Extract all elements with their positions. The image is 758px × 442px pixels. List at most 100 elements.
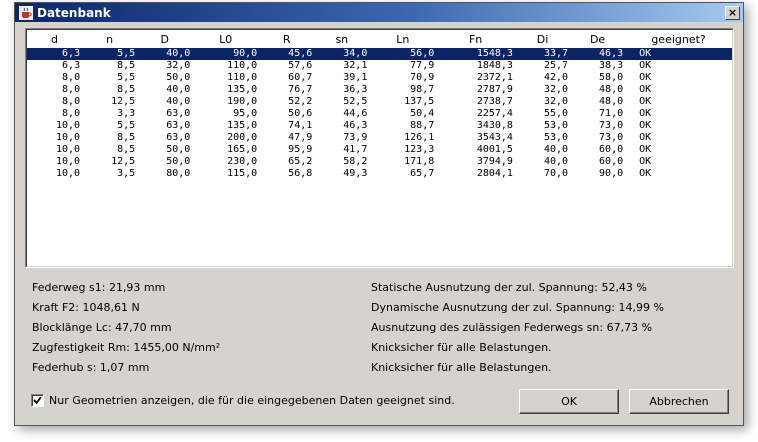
cancel-button[interactable]: Abbrechen — [629, 389, 729, 414]
column-header-4[interactable]: R — [259, 30, 315, 48]
table-cell: OK — [639, 84, 652, 95]
java-cup-icon — [19, 5, 33, 20]
table-cell: 60,0 — [599, 156, 624, 167]
filter-row: Nur Geometrien anzeigen, die für die ein… — [31, 394, 455, 407]
table-cell: 135,0 — [227, 84, 258, 95]
table-row[interactable]: 8,0 3,3 63,0 95,0 50,6 44,6 50,4 2257,4 55,0 71,0… — [27, 108, 732, 120]
table-cell: OK — [639, 132, 652, 143]
table-cell: 53,0 — [543, 132, 569, 143]
table-row[interactable]: 10,0 8,5 63,0 200,0 47,9 73,9 126,1 3543,4 53,0 7… — [27, 132, 732, 144]
table-cell: 3430,8 — [476, 120, 513, 131]
table-cell: 88,7 — [410, 120, 435, 131]
table-cell: 49,3 — [343, 168, 368, 179]
table-cell: 3,5 — [117, 168, 136, 179]
column-header-1[interactable]: n — [82, 30, 138, 48]
table-cell: 90,0 — [599, 168, 624, 179]
table-cell: 55,0 — [543, 108, 569, 119]
table-cell: 6,3 — [27, 48, 83, 60]
table-cell: 10,0 — [56, 144, 81, 155]
table-cell: 123,3 — [404, 144, 435, 155]
table-cell: 8,5 — [117, 144, 136, 155]
table-cell: 98,7 — [410, 84, 435, 95]
table-cell: 56,0 — [369, 48, 437, 60]
dynamische-ausnutzung-label: Dynamische Ausnutzung der zul. Spannung:… — [371, 301, 664, 314]
close-button[interactable]: × — [725, 5, 740, 20]
table-cell: 5,5 — [117, 120, 136, 131]
table-cell: 5,5 — [82, 48, 138, 60]
spring-table[interactable]: d n D L0 Rsn Ln Fn Di De geeignet? 6,3 5,5 40,0 90,0… — [25, 28, 734, 268]
column-header-8[interactable]: Di — [514, 30, 571, 48]
table-cell: 80,0 — [166, 168, 191, 179]
table-cell: 34,0 — [314, 48, 370, 60]
table-cell: 40,0 — [543, 156, 569, 167]
table-cell: 1848,3 — [476, 60, 513, 71]
table-cell: 36,3 — [343, 84, 368, 95]
table-cell: 90,0 — [192, 48, 260, 60]
table-cell: 50,0 — [166, 156, 191, 167]
table-cell: OK — [639, 96, 652, 107]
table-cell: 4001,5 — [476, 144, 513, 155]
table-cell: 230,0 — [227, 156, 258, 167]
column-header-6[interactable]: Ln — [369, 30, 437, 48]
table-cell: 32,0 — [166, 60, 191, 71]
title-bar[interactable]: Datenbank × — [15, 3, 743, 22]
column-header-0[interactable]: d — [27, 30, 83, 48]
table-cell: 8,0 — [62, 72, 81, 83]
table-cell: 12,5 — [111, 156, 136, 167]
column-header-7[interactable]: Fn — [436, 30, 515, 48]
table-cell: 48,0 — [599, 96, 624, 107]
table-cell: 40,0 — [166, 84, 191, 95]
column-header-10[interactable]: geeignet? — [625, 30, 732, 48]
table-cell: 3543,4 — [476, 132, 513, 143]
table-cell: 46,3 — [570, 48, 626, 60]
table-row[interactable]: 6,3 8,5 32,0 110,0 57,6 32,1 77,9 1848,3 25,7 38,… — [27, 60, 732, 72]
table-cell: 32,1 — [343, 60, 368, 71]
window-title: Datenbank — [37, 5, 111, 20]
table-cell: 8,5 — [117, 60, 136, 71]
table-cell: 126,1 — [404, 132, 435, 143]
table-cell: OK — [639, 108, 652, 119]
table-cell: 40,0 — [137, 48, 193, 60]
table-row[interactable]: 10,0 3,5 80,0 115,0 56,8 49,3 65,7 2804,1 70,0 90… — [27, 168, 732, 180]
table-row[interactable]: 8,0 5,5 50,0 110,0 60,7 39,1 70,9 2372,1 42,0 58,… — [27, 72, 732, 84]
table-row[interactable]: 8,0 12,5 40,0 190,0 52,2 52,5 137,5 2738,7 32,0 4… — [27, 96, 732, 108]
table-cell: 8,5 — [117, 132, 136, 143]
column-header-9[interactable]: De — [570, 30, 626, 48]
table-row[interactable]: 10,0 8,5 50,0 165,0 95,9 41,7 123,3 4001,5 40,0 6… — [27, 144, 732, 156]
table-cell: 46,3 — [343, 120, 368, 131]
table-row[interactable]: 10,0 5,5 63,0 135,0 74,1 46,3 88,7 3430,8 53,0 73… — [27, 120, 732, 132]
table-cell: 50,4 — [410, 108, 435, 119]
table-row[interactable]: 8,0 8,5 40,0 135,0 76,7 36,3 98,7 2787,9 32,0 48,… — [27, 84, 732, 96]
table-cell: 44,6 — [343, 108, 368, 119]
table-cell: 165,0 — [227, 144, 258, 155]
table-cell: 70,0 — [543, 168, 569, 179]
table-cell: 2257,4 — [476, 108, 513, 119]
column-header-5[interactable]: sn — [314, 30, 370, 48]
table-cell: 73,0 — [599, 120, 624, 131]
table-row[interactable]: 10,0 12,5 50,0 230,0 65,2 58,2 171,8 3794,9 40,0… — [27, 156, 732, 168]
table-cell: 60,7 — [288, 72, 313, 83]
table-cell: OK — [639, 72, 652, 83]
table-cell: 70,9 — [410, 72, 435, 83]
table-row[interactable]: 6,3 5,5 40,0 90,0 45,6 34,0 56,0 1548,3 33,7 46,3… — [27, 48, 732, 60]
table-cell: 50,0 — [166, 144, 191, 155]
table-cell: 2787,9 — [476, 84, 513, 95]
table-cell: 45,6 — [259, 48, 315, 60]
column-header-2[interactable]: D — [137, 30, 193, 48]
filter-checkbox[interactable] — [31, 394, 44, 407]
zugfestigkeit-label: Zugfestigkeit Rm: 1455,00 N/mm² — [32, 341, 221, 354]
table-cell: 8,0 — [62, 96, 81, 107]
table-cell: 41,7 — [343, 144, 368, 155]
column-header-3[interactable]: L0 — [192, 30, 260, 48]
table-cell: 40,0 — [543, 144, 569, 155]
table-cell: OK — [639, 168, 652, 179]
table-cell: 95,9 — [288, 144, 313, 155]
table-cell: 2738,7 — [476, 96, 513, 107]
table-cell: 65,2 — [288, 156, 313, 167]
checkmark-icon — [33, 396, 42, 405]
table-cell: 200,0 — [227, 132, 258, 143]
table-cell: 110,0 — [227, 60, 258, 71]
table-cell: 52,5 — [343, 96, 368, 107]
ok-button[interactable]: OK — [519, 389, 619, 414]
table-cell: 47,9 — [288, 132, 313, 143]
